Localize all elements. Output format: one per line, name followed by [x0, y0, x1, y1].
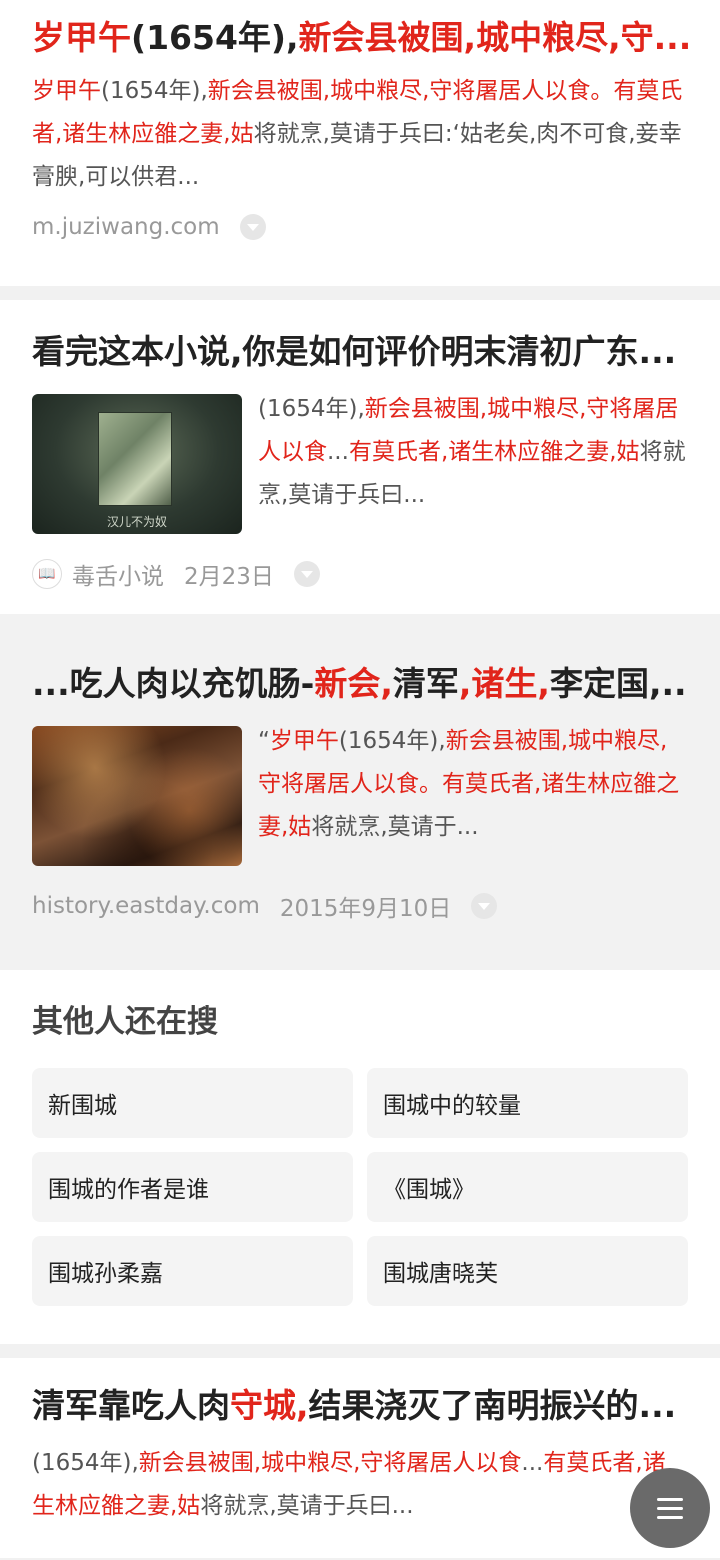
related-search-item[interactable]: 围城唐晓芙 — [367, 1236, 688, 1306]
highlighted-text: 守城, — [230, 1386, 309, 1425]
result-date: 2月23日 — [184, 564, 274, 590]
result-source[interactable]: m.juziwang.com — [32, 214, 220, 240]
result-title[interactable]: 清军靠吃人肉守城,结果浇灭了南明振兴的... — [32, 1358, 688, 1428]
highlighted-text: 岁甲午 — [32, 78, 101, 104]
result-source[interactable]: 毒舌小说 — [72, 557, 164, 591]
thumbnail-caption: 汉儿不为奴 — [106, 515, 167, 529]
text: (1654年), — [338, 728, 446, 754]
related-title: 其他人还在搜 — [32, 1004, 218, 1040]
text: 将就烹,莫请于... — [311, 814, 479, 840]
text: ... — [521, 1450, 544, 1476]
result-snippet: 岁甲午(1654年),新会县被围,城中粮尽,守将屠居人以食。有莫氏者,诸生林应雒… — [32, 70, 688, 199]
text: (1654年), — [131, 18, 299, 57]
highlighted-text: 岁甲午 — [269, 728, 339, 754]
highlighted-text: ,诸生, — [458, 664, 550, 703]
result-card-3[interactable]: ...吃人肉以充饥肠-新会,清军,诸生,李定国,... “岁甲午(1654年),… — [0, 614, 720, 970]
result-snippet: “岁甲午(1654年),新会县被围,城中粮尽,守将屠居人以食。有莫氏者,诸生林应… — [258, 720, 688, 866]
text: (1654年), — [32, 1450, 139, 1476]
menu-icon — [657, 1497, 683, 1501]
text: 清军靠吃人肉 — [32, 1386, 230, 1425]
result-meta: m.juziwang.com — [32, 207, 688, 247]
book-icon: 📖 — [32, 559, 62, 589]
related-search-item[interactable]: 新围城 — [32, 1068, 353, 1138]
text: “ — [258, 728, 270, 754]
chevron-down-icon[interactable] — [471, 893, 498, 919]
result-title[interactable]: 岁甲午(1654年),新会县被围,城中粮尽,守... — [32, 0, 688, 62]
chevron-down-icon[interactable] — [293, 561, 320, 587]
highlighted-text: 新会县被围,城中粮尽,守... — [298, 18, 688, 57]
result-thumbnail[interactable]: 汉儿不为奴 — [32, 394, 242, 534]
book-cover-image — [98, 412, 172, 506]
result-title[interactable]: ...吃人肉以充饥肠-新会,清军,诸生,李定国,... — [32, 614, 688, 706]
related-searches: 其他人还在搜 新围城 围城中的较量 围城的作者是谁 《围城》 围城孙柔嘉 围城唐… — [0, 970, 720, 1344]
text: 李定国,... — [549, 664, 688, 703]
text: ... — [327, 439, 349, 465]
chevron-down-icon[interactable] — [239, 214, 266, 240]
result-card-1[interactable]: 岁甲午(1654年),新会县被围,城中粮尽,守... 岁甲午(1654年),新会… — [0, 0, 720, 286]
text: (1654年), — [258, 396, 365, 422]
related-search-item[interactable]: 围城孙柔嘉 — [32, 1236, 353, 1306]
text: ...吃人肉以充饥肠- — [32, 664, 315, 703]
highlighted-text: 新会县被围,城中粮尽,守将屠居人以食 — [138, 1450, 522, 1476]
result-snippet: (1654年),新会县被围,城中粮尽,守将屠居人以食...有莫氏者,诸生林应雒之… — [32, 1442, 688, 1528]
result-card-4[interactable]: 清军靠吃人肉守城,结果浇灭了南明振兴的... (1654年),新会县被围,城中粮… — [0, 1358, 720, 1558]
result-snippet: (1654年),新会县被围,城中粮尽,守将屠居人以食...有莫氏者,诸生林应雒之… — [258, 388, 688, 534]
result-source[interactable]: history.eastday.com — [32, 893, 260, 919]
result-thumbnail[interactable] — [32, 726, 242, 866]
text: 结果浇灭了南明振兴的... — [308, 1386, 677, 1425]
text: 清军 — [392, 664, 459, 703]
menu-button[interactable] — [630, 1468, 710, 1548]
result-title[interactable]: 看完这本小说,你是如何评价明末清初广东... — [32, 300, 688, 374]
result-card-2[interactable]: 看完这本小说,你是如何评价明末清初广东... 汉儿不为奴 (1654年),新会县… — [0, 300, 720, 614]
related-search-item[interactable]: 《围城》 — [367, 1152, 688, 1222]
text: 将就烹,莫请于兵曰... — [200, 1493, 414, 1519]
related-search-item[interactable]: 围城中的较量 — [367, 1068, 688, 1138]
result-meta: history.eastday.com 2015年9月10日 — [32, 886, 688, 926]
result-meta: 📖 毒舌小说 2月23日 — [32, 554, 688, 594]
highlighted-text: 新会, — [314, 664, 393, 703]
highlighted-text: 岁甲午 — [32, 18, 131, 57]
result-date: 2015年9月10日 — [279, 896, 452, 922]
related-search-item[interactable]: 围城的作者是谁 — [32, 1152, 353, 1222]
highlighted-text: 有莫氏者,诸生林应雒之妻,姑 — [348, 439, 640, 465]
text: (1654年), — [101, 78, 208, 104]
